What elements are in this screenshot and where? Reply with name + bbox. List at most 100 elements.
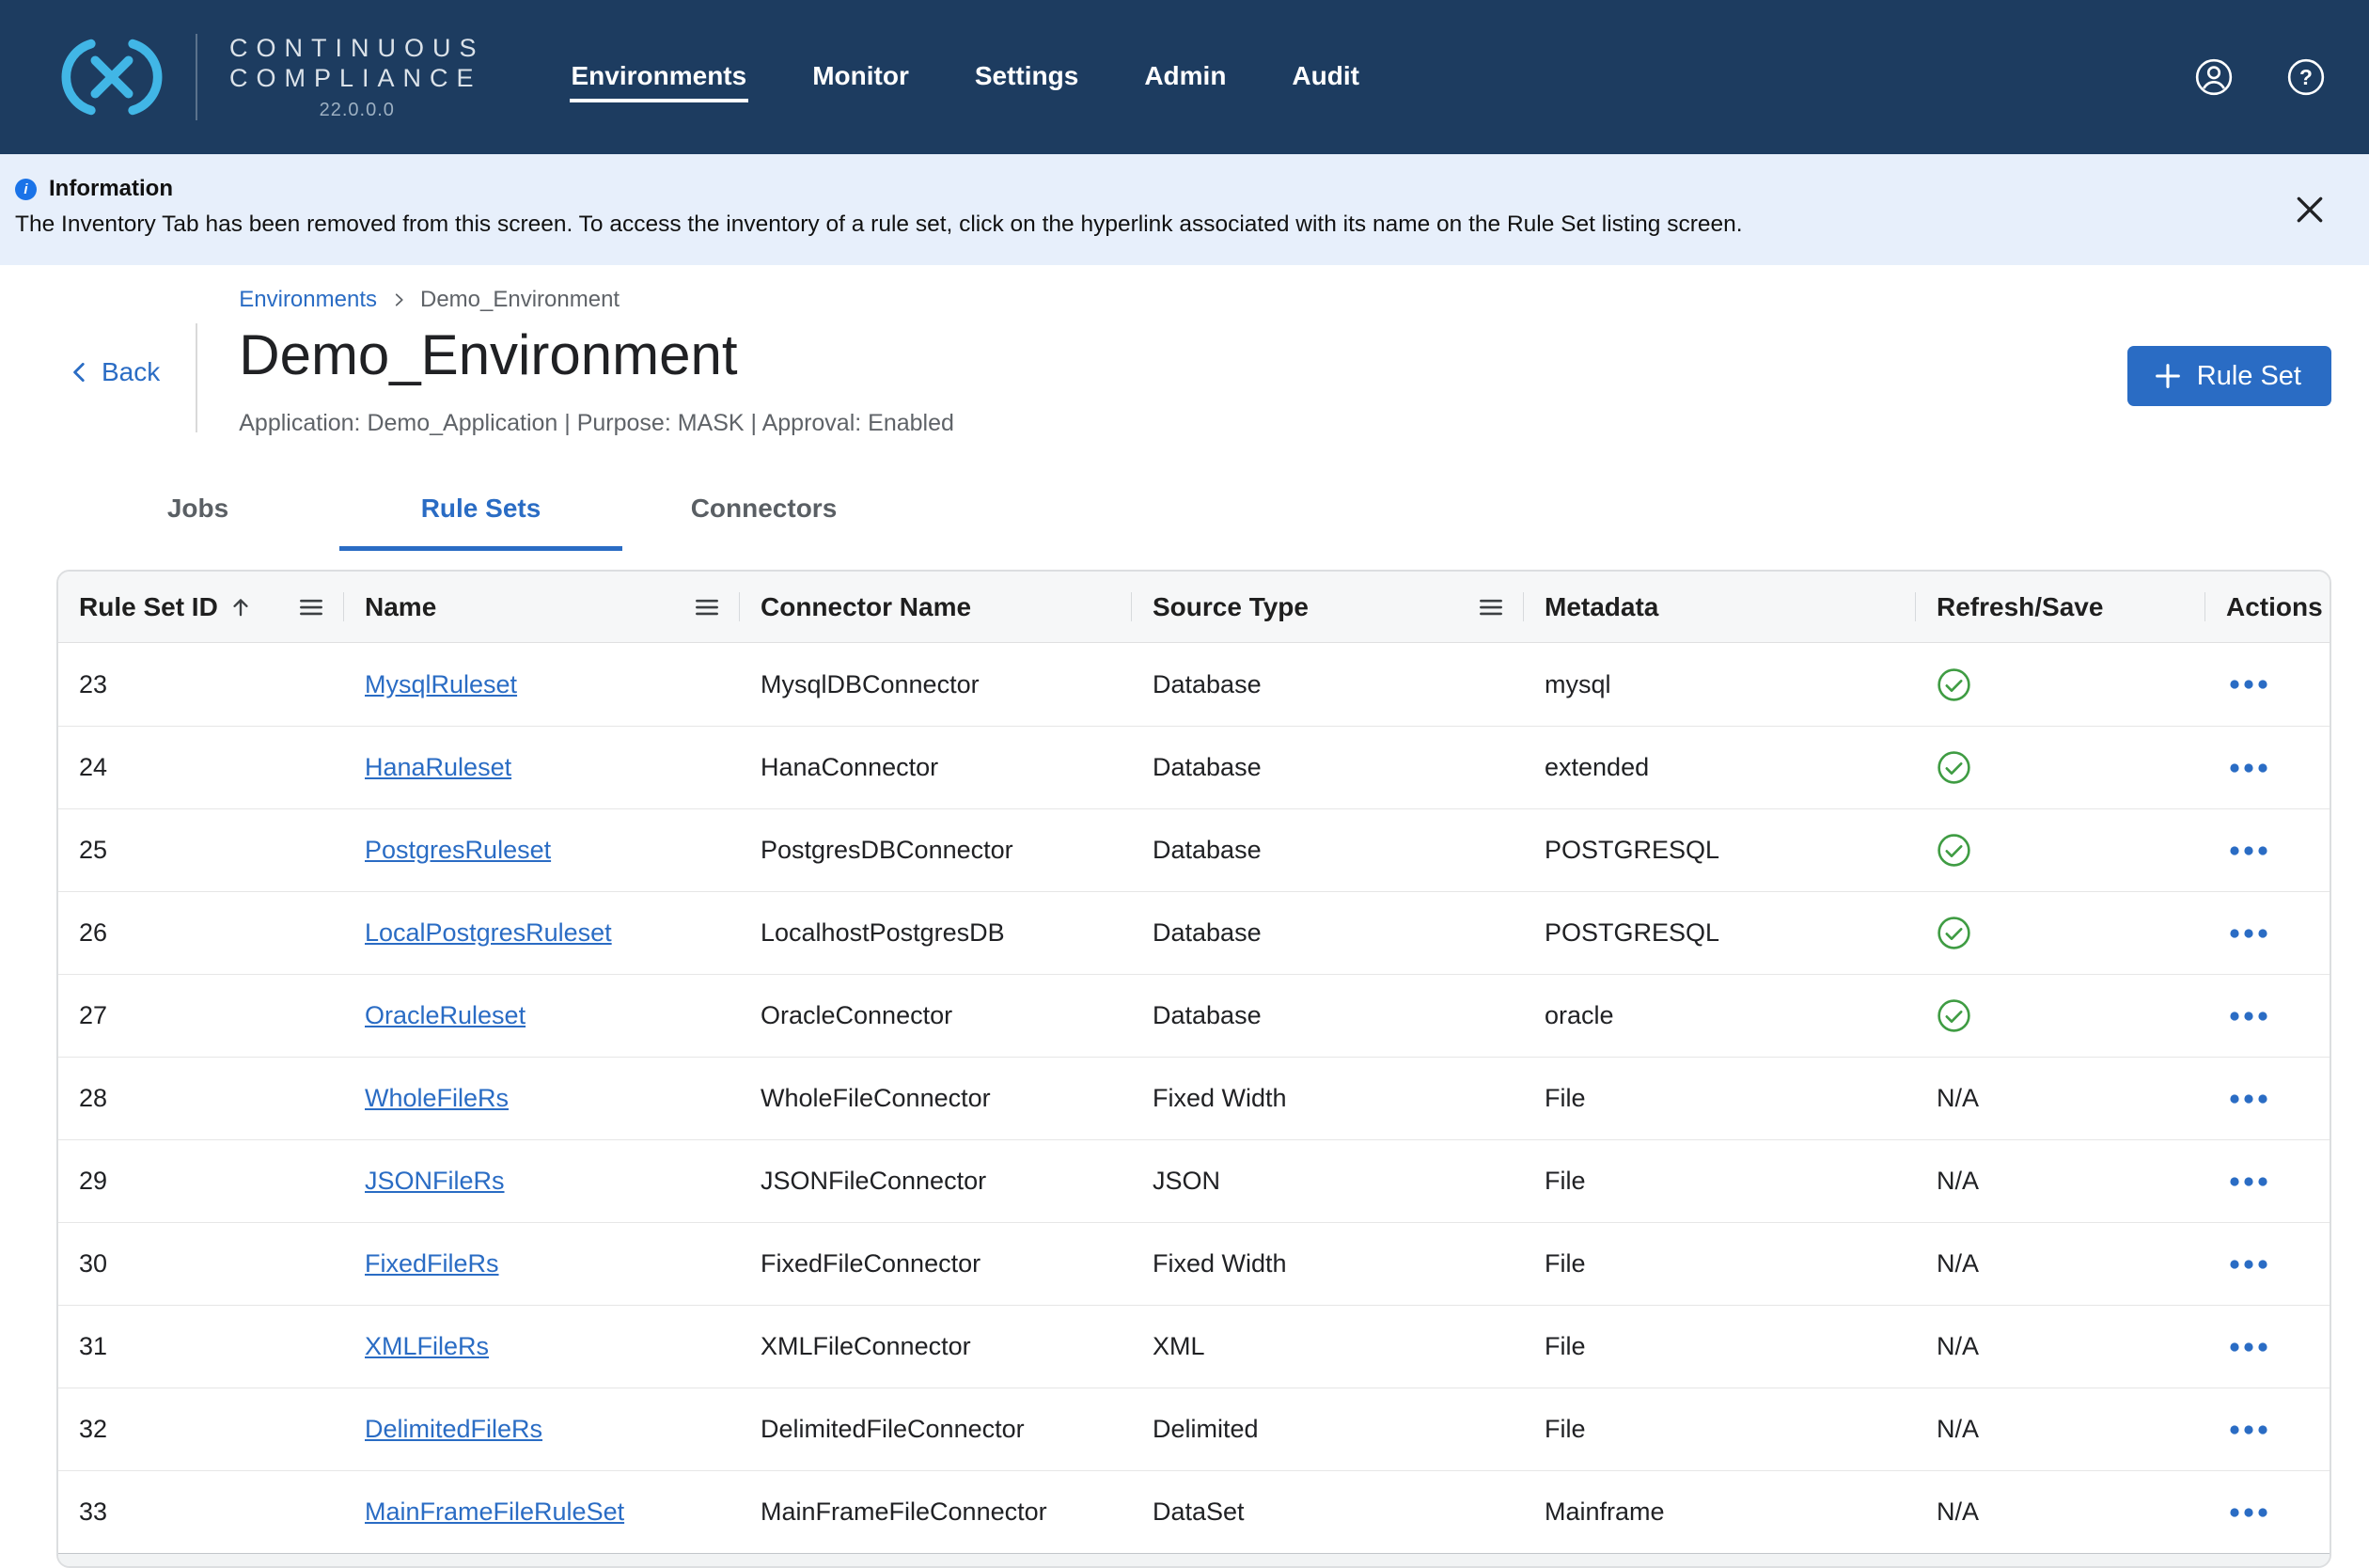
more-actions-button[interactable] <box>2226 757 2271 779</box>
rule-set-name-link[interactable]: WholeFileRs <box>365 1084 509 1113</box>
column-label: Actions <box>2226 592 2323 622</box>
column-header-name[interactable]: Name <box>344 572 740 642</box>
more-actions-button[interactable] <box>2226 1501 2271 1524</box>
connector-name-value: LocalhostPostgresDB <box>761 918 1005 948</box>
rule-set-name-link[interactable]: OracleRuleset <box>365 1001 526 1030</box>
tab-bar: Jobs Rule Sets Connectors <box>56 475 2369 551</box>
more-actions-button[interactable] <box>2226 673 2271 696</box>
cell-rule-set-id: 23 <box>58 670 344 699</box>
back-label: Back <box>102 357 160 387</box>
cell-name: XMLFileRs <box>344 1332 740 1361</box>
nav-item-environments[interactable]: Environments <box>570 52 749 102</box>
back-button[interactable]: Back <box>68 357 160 387</box>
rule-set-id-value: 32 <box>79 1415 107 1444</box>
tab-connectors[interactable]: Connectors <box>622 475 905 551</box>
app-version: 22.0.0.0 <box>229 100 485 121</box>
rule-set-name-link[interactable]: XMLFileRs <box>365 1332 489 1361</box>
connector-name-value: OracleConnector <box>761 1001 952 1030</box>
refresh-save-value: N/A <box>1937 1415 1979 1444</box>
rule-set-name-link[interactable]: FixedFileRs <box>365 1249 499 1278</box>
cell-connector-name: MainFrameFileConnector <box>740 1497 1132 1527</box>
banner-close-button[interactable] <box>2290 190 2330 229</box>
rule-set-id-value: 30 <box>79 1249 107 1278</box>
brand-text: CONTINUOUS COMPLIANCE 22.0.0.0 <box>229 33 485 121</box>
ellipsis-icon <box>2230 762 2267 774</box>
table-row: 31 XMLFileRs XMLFileConnector XML File N… <box>58 1305 2330 1388</box>
rule-set-name-link[interactable]: DelimitedFileRs <box>365 1415 542 1444</box>
column-menu-button[interactable] <box>1477 593 1505 621</box>
more-actions-button[interactable] <box>2226 1336 2271 1358</box>
nav-item-admin[interactable]: Admin <box>1142 52 1228 102</box>
rule-set-id-value: 26 <box>79 918 107 948</box>
column-header-rule-set-id[interactable]: Rule Set ID <box>58 572 344 642</box>
more-actions-button[interactable] <box>2226 1005 2271 1027</box>
cell-metadata: oracle <box>1524 1001 1916 1030</box>
nav-item-monitor[interactable]: Monitor <box>810 52 911 102</box>
rule-set-id-value: 28 <box>79 1084 107 1113</box>
cell-refresh-save: saved <box>1916 833 2205 868</box>
page-subtitle: Application: Demo_Application | Purpose:… <box>239 410 954 437</box>
cell-name: JSONFileRs <box>344 1167 740 1196</box>
cell-connector-name: LocalhostPostgresDB <box>740 918 1132 948</box>
svg-text:?: ? <box>2299 65 2313 89</box>
connector-name-value: XMLFileConnector <box>761 1332 971 1361</box>
cell-actions <box>2205 1336 2330 1358</box>
nav-item-settings[interactable]: Settings <box>973 52 1080 102</box>
breadcrumb-environments[interactable]: Environments <box>239 287 377 313</box>
column-header-connector-name[interactable]: Connector Name <box>740 572 1132 642</box>
primary-nav: Environments Monitor Settings Admin Audi… <box>570 52 1361 102</box>
account-button[interactable] <box>2194 57 2234 97</box>
nav-item-audit[interactable]: Audit <box>1290 52 1361 102</box>
rule-set-name-link[interactable]: MysqlRuleset <box>365 670 517 699</box>
cell-connector-name: OracleConnector <box>740 1001 1132 1030</box>
sort-ascending-icon[interactable] <box>227 594 254 620</box>
cell-actions <box>2205 839 2330 862</box>
cell-metadata: POSTGRESQL <box>1524 918 1916 948</box>
more-actions-button[interactable] <box>2226 1419 2271 1441</box>
rule-set-name-link[interactable]: JSONFileRs <box>365 1167 505 1196</box>
column-label: Metadata <box>1545 592 1658 622</box>
metadata-value: POSTGRESQL <box>1545 836 1719 865</box>
account-icon <box>2194 57 2234 97</box>
table-row: 30 FixedFileRs FixedFileConnector Fixed … <box>58 1222 2330 1305</box>
more-actions-button[interactable] <box>2226 1088 2271 1110</box>
column-menu-button[interactable] <box>297 593 325 621</box>
more-actions-button[interactable] <box>2226 1170 2271 1193</box>
more-actions-button[interactable] <box>2226 839 2271 862</box>
ellipsis-icon <box>2230 1176 2267 1187</box>
tab-jobs[interactable]: Jobs <box>56 475 339 551</box>
rule-set-name-link[interactable]: PostgresRuleset <box>365 836 551 865</box>
column-header-refresh-save[interactable]: Refresh/Save <box>1916 572 2205 642</box>
cell-refresh-save: saved <box>1916 998 2205 1033</box>
cell-actions <box>2205 922 2330 945</box>
cell-name: OracleRuleset <box>344 1001 740 1030</box>
cell-name: HanaRuleset <box>344 753 740 782</box>
cell-rule-set-id: 25 <box>58 836 344 865</box>
ellipsis-icon <box>2230 1424 2267 1435</box>
table-row: 24 HanaRuleset HanaConnector Database ex… <box>58 726 2330 808</box>
page-header-text: Environments Demo_Environment Demo_Envir… <box>239 265 954 437</box>
table-row: 33 MainFrameFileRuleSet MainFrameFileCon… <box>58 1470 2330 1553</box>
connector-name-value: MysqlDBConnector <box>761 670 980 699</box>
column-header-metadata[interactable]: Metadata <box>1524 572 1916 642</box>
rule-set-name-link[interactable]: HanaRuleset <box>365 753 511 782</box>
help-button[interactable]: ? <box>2286 57 2326 97</box>
column-menu-icon <box>693 593 721 621</box>
cell-actions <box>2205 1088 2330 1110</box>
cell-connector-name: DelimitedFileConnector <box>740 1415 1132 1444</box>
source-type-value: Database <box>1153 1001 1262 1030</box>
cell-source-type: JSON <box>1132 1167 1524 1196</box>
column-header-source-type[interactable]: Source Type <box>1132 572 1524 642</box>
cell-metadata: File <box>1524 1167 1916 1196</box>
connector-name-value: JSONFileConnector <box>761 1167 986 1196</box>
ellipsis-icon <box>2230 1341 2267 1353</box>
rule-set-name-link[interactable]: MainFrameFileRuleSet <box>365 1497 624 1527</box>
column-menu-button[interactable] <box>693 593 721 621</box>
more-actions-button[interactable] <box>2226 1253 2271 1276</box>
cell-actions <box>2205 1253 2330 1276</box>
more-actions-button[interactable] <box>2226 922 2271 945</box>
tab-rule-sets[interactable]: Rule Sets <box>339 475 622 551</box>
add-rule-set-button[interactable]: Rule Set <box>2127 346 2331 406</box>
rule-set-name-link[interactable]: LocalPostgresRuleset <box>365 918 612 948</box>
table-footer <box>58 1553 2330 1566</box>
